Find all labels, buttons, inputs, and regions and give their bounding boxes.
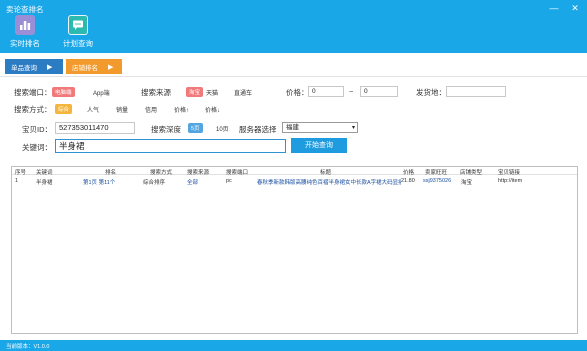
divider: [0, 76, 587, 77]
header-title: 标题: [320, 170, 332, 176]
price-label: 价格：: [286, 88, 309, 97]
header-rank: 排名: [105, 170, 117, 176]
table-row[interactable]: 1 半身裙 第1页 第11个 综合排序 全部 pc 春秋季新款韩版高腰纯色百褶半…: [12, 177, 577, 186]
price-separator: ~: [349, 87, 354, 96]
header-keyword: 关键词: [36, 170, 53, 176]
depth-option-5[interactable]: 5页: [188, 123, 203, 133]
cell-seller: ssj9375026: [423, 178, 452, 184]
header-seller: 卖家旺旺: [425, 170, 448, 176]
ship-from-input[interactable]: [446, 86, 506, 97]
depth-option-10[interactable]: 10页: [216, 124, 229, 133]
tab-single-query-label: 单品查询: [11, 64, 37, 72]
realtime-rank-label: 实时排名: [10, 39, 40, 48]
title-bar: 卖论查排名 — ✕ 实时排名 计划查询: [0, 0, 587, 53]
chevron-down-icon: ▾: [351, 125, 355, 131]
tab-bar: 单品查询 ▶ 店铺排名 ▶: [5, 59, 122, 74]
play-icon: ▶: [47, 63, 53, 71]
method-option-credit[interactable]: 信用: [145, 105, 157, 114]
cell-rank: 第1页 第11个: [83, 180, 116, 186]
method-option-price-asc[interactable]: 价格↑: [174, 105, 189, 114]
search-method-label: 搜索方式：: [14, 105, 52, 114]
item-id-input[interactable]: 527353011470: [55, 122, 135, 134]
keyword-label: 关键词：: [22, 143, 52, 152]
cell-search-port: pc: [226, 178, 232, 184]
cell-item-link[interactable]: http://item: [498, 178, 522, 184]
source-option-ztc[interactable]: 直通车: [234, 88, 252, 97]
bar-chart-icon: [15, 15, 35, 35]
cell-price: 21.80: [401, 178, 415, 184]
results-table[interactable]: 序号 关键词 排名 搜索方式 搜索来源 搜索端口 标题 价格 卖家旺旺 店铺类型…: [11, 166, 578, 334]
tab-shop-rank[interactable]: 店铺排名 ▶: [66, 59, 122, 74]
header-search-source: 搜索来源: [187, 170, 210, 176]
header-search-method: 搜索方式: [150, 170, 173, 176]
cell-index: 1: [15, 178, 19, 184]
realtime-rank-button[interactable]: 实时排名: [1, 15, 49, 49]
header-index: 序号: [15, 170, 27, 176]
item-id-label: 宝贝ID：: [22, 125, 52, 134]
window-controls: — ✕: [548, 3, 581, 13]
server-select[interactable]: 福建 ▾: [282, 122, 358, 133]
close-button[interactable]: ✕: [569, 3, 581, 13]
search-port-label: 搜索端口：: [14, 88, 52, 97]
start-query-button[interactable]: 开始查询: [291, 138, 347, 153]
status-bar: 当前版本：V1.0.0: [0, 340, 587, 351]
method-option-sales[interactable]: 销量: [116, 105, 128, 114]
method-option-popularity[interactable]: 人气: [87, 105, 99, 114]
tab-single-query[interactable]: 单品查询 ▶: [5, 59, 63, 74]
server-select-label: 服务器选择: [239, 125, 277, 134]
chat-icon: [68, 15, 88, 35]
server-select-value: 福建: [286, 124, 299, 131]
header-shop-type: 店铺类型: [460, 170, 483, 176]
tab-shop-rank-label: 店铺排名: [72, 64, 98, 72]
method-option-综合[interactable]: 综合: [55, 104, 73, 114]
method-option-price-desc[interactable]: 价格↓: [205, 105, 220, 114]
source-option-tmall[interactable]: 天猫: [206, 88, 218, 97]
table-header: 序号 关键词 排名 搜索方式 搜索来源 搜索端口 标题 价格 卖家旺旺 店铺类型…: [12, 167, 577, 176]
port-option-pc[interactable]: 电脑端: [52, 87, 75, 97]
minimize-button[interactable]: —: [548, 3, 560, 13]
cell-shop-type: 淘宝: [461, 180, 473, 186]
header-price: 价格: [403, 170, 415, 176]
search-source-label: 搜索来源: [141, 88, 171, 97]
plan-query-label: 计划查询: [63, 39, 93, 48]
search-depth-label: 搜索深度: [151, 125, 181, 134]
ship-from-label: 发货地：: [416, 88, 446, 97]
cell-search-source: 全部: [187, 180, 199, 186]
port-option-app[interactable]: App端: [93, 88, 110, 97]
play-icon: ▶: [108, 63, 114, 71]
price-max-input[interactable]: 0: [360, 86, 398, 97]
cell-search-method: 综合排序: [143, 180, 166, 186]
window-title: 卖论查排名: [6, 5, 44, 14]
header-search-port: 搜索端口: [226, 170, 249, 176]
cell-keyword: 半身裙: [36, 180, 53, 186]
cell-title: 春秋季新款韩版高腰纯色百褶半身裙女中长款A字裙大码显瘦: [257, 180, 401, 186]
header-item-link: 宝贝链接: [498, 170, 521, 176]
price-min-input[interactable]: 0: [308, 86, 344, 97]
plan-query-button[interactable]: 计划查询: [54, 15, 102, 49]
source-option-taobao[interactable]: 淘宝: [186, 87, 204, 97]
keyword-input[interactable]: 半身裙: [55, 139, 286, 153]
version-text: 当前版本：V1.0.0: [6, 344, 50, 350]
